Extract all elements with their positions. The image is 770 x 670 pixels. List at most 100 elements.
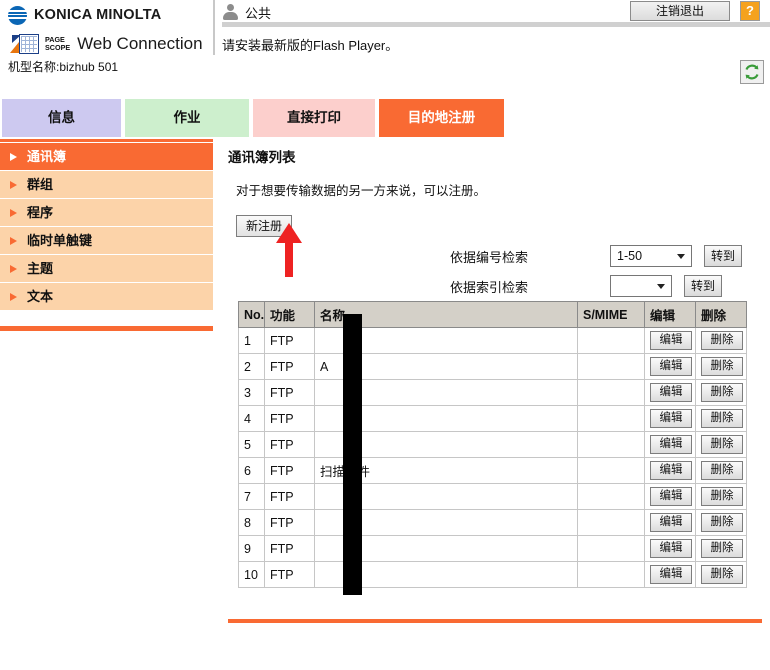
cell-name (314, 379, 578, 406)
tab-direct-print[interactable]: 直接打印 (253, 99, 375, 137)
cell-smime (577, 431, 645, 458)
pagescope-words: PAGE SCOPE (45, 36, 70, 52)
cell-function: FTP (264, 561, 315, 588)
cell-function: FTP (264, 457, 315, 484)
konica-minolta-logo: KONICA MINOLTA (8, 4, 213, 26)
delete-button[interactable]: 删除 (701, 487, 743, 506)
page-description: 对于想要传输数据的另一方来说，可以注册。 (236, 184, 487, 198)
sidebar-item-address-book[interactable]: 通讯簿 (0, 143, 213, 171)
delete-button[interactable]: 删除 (701, 331, 743, 350)
delete-button[interactable]: 删除 (701, 357, 743, 376)
cell-name (314, 483, 578, 510)
edit-button[interactable]: 编辑 (650, 487, 692, 506)
address-book-table: No. 功能 名称 S/MIME 编辑 删除 1 FTP 编辑 删除 2 FTP… (238, 301, 747, 588)
delete-button[interactable]: 删除 (701, 513, 743, 532)
search-by-number-row: 依据编号检索 1-50 转到 (450, 243, 762, 269)
edit-button[interactable]: 编辑 (650, 383, 692, 402)
edit-button[interactable]: 编辑 (650, 409, 692, 428)
edit-button[interactable]: 编辑 (650, 357, 692, 376)
search-by-index-label: 依据索引检索 (450, 279, 529, 295)
column-header-no: No. (238, 301, 265, 328)
cell-no: 5 (238, 431, 265, 458)
cell-no: 6 (238, 457, 265, 484)
edit-button[interactable]: 编辑 (650, 513, 692, 532)
goto-button-index[interactable]: 转到 (684, 275, 722, 297)
cell-function: FTP (264, 483, 315, 510)
cell-name (314, 535, 578, 562)
sidebar-item-temporary-one-touch[interactable]: 临时单触键 (0, 227, 213, 255)
cell-smime (577, 483, 645, 510)
cell-no: 3 (238, 379, 265, 406)
refresh-icon-button[interactable] (740, 60, 764, 84)
chevron-right-icon (10, 293, 17, 301)
cell-no: 2 (238, 353, 265, 380)
search-by-number-select[interactable]: 1-50 (610, 245, 692, 267)
sidebar-item-subject[interactable]: 主题 (0, 255, 213, 283)
search-by-number-label: 依据编号检索 (450, 249, 529, 265)
logout-button[interactable]: 注销退出 (630, 1, 730, 21)
sidebar-item-program[interactable]: 程序 (0, 199, 213, 227)
header-divider (213, 0, 215, 55)
delete-button[interactable]: 删除 (701, 409, 743, 428)
cell-function: FTP (264, 379, 315, 406)
cell-smime (577, 327, 645, 354)
chevron-right-icon (10, 237, 17, 245)
flash-player-notice: 请安装最新版的Flash Player。 (222, 38, 399, 53)
cell-smime (577, 535, 645, 562)
chevron-down-icon (677, 254, 685, 259)
edit-button[interactable]: 编辑 (650, 435, 692, 454)
edit-button[interactable]: 编辑 (650, 539, 692, 558)
help-icon-button[interactable]: ? (740, 1, 760, 21)
brand-block: KONICA MINOLTA PAGE SCOPE Web Connection (8, 4, 213, 56)
goto-button-number[interactable]: 转到 (704, 245, 742, 267)
cell-name (314, 405, 578, 432)
sidebar-item-label: 程序 (27, 205, 54, 220)
brand-name: KONICA MINOLTA (34, 7, 162, 23)
main-tab-bar: 信息 作业 直接打印 目的地注册 (0, 99, 770, 137)
cell-smime (577, 457, 645, 484)
pagescope-logo: PAGE SCOPE Web Connection (8, 32, 213, 56)
edit-button[interactable]: 编辑 (650, 461, 692, 480)
delete-button[interactable]: 删除 (701, 383, 743, 402)
search-by-index-select[interactable] (610, 275, 672, 297)
delete-button[interactable]: 删除 (701, 565, 743, 584)
tab-destination-registration[interactable]: 目的地注册 (379, 99, 504, 137)
edit-button[interactable]: 编辑 (650, 331, 692, 350)
sidebar-nav: 通讯簿 群组 程序 临时单触键 主题 文本 (0, 143, 213, 311)
cell-smime (577, 379, 645, 406)
cell-name: 扫描文件 (314, 457, 578, 484)
table-row: 10 FTP 编辑 删除 (238, 561, 747, 588)
chevron-down-icon (657, 284, 665, 289)
delete-button[interactable]: 删除 (701, 461, 743, 480)
product-name: Web Connection (77, 34, 203, 53)
column-header-delete: 删除 (695, 301, 747, 328)
table-row: 1 FTP 编辑 删除 (238, 327, 747, 354)
sidebar-item-label: 群组 (27, 177, 54, 192)
konica-globe-icon (8, 5, 27, 25)
sidebar-top-rule (0, 139, 213, 142)
cell-no: 10 (238, 561, 265, 588)
page-root: KONICA MINOLTA PAGE SCOPE Web Connection… (0, 0, 770, 670)
cell-no: 1 (238, 327, 265, 354)
sidebar-item-group[interactable]: 群组 (0, 171, 213, 199)
table-row: 7 FTP 编辑 删除 (238, 483, 747, 510)
current-user: 公共 (222, 3, 271, 22)
new-register-button[interactable]: 新注册 (236, 215, 292, 237)
cell-no: 7 (238, 483, 265, 510)
cell-smime (577, 509, 645, 536)
tab-information[interactable]: 信息 (2, 99, 121, 137)
column-header-smime: S/MIME (577, 301, 645, 328)
delete-button[interactable]: 删除 (701, 435, 743, 454)
sidebar-item-text[interactable]: 文本 (0, 283, 213, 311)
table-row: 5 FTP 编辑 删除 (238, 431, 747, 458)
cell-smime (577, 353, 645, 380)
cell-smime (577, 405, 645, 432)
cell-function: FTP (264, 353, 315, 380)
delete-button[interactable]: 删除 (701, 539, 743, 558)
cell-function: FTP (264, 327, 315, 354)
tab-job[interactable]: 作业 (125, 99, 249, 137)
edit-button[interactable]: 编辑 (650, 565, 692, 584)
column-header-name: 名称 (314, 301, 578, 328)
page-title: 通讯簿列表 (228, 150, 296, 165)
cell-no: 8 (238, 509, 265, 536)
